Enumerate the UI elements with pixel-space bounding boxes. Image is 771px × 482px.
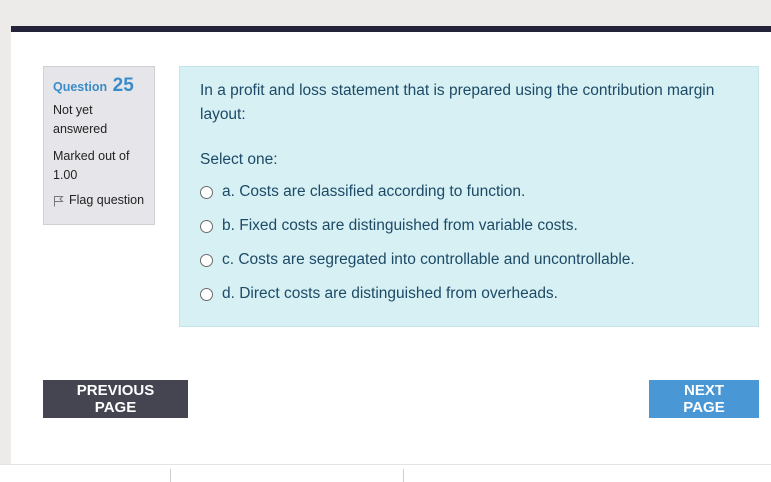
radio-button-d[interactable] bbox=[200, 287, 213, 301]
question-panel: In a profit and loss statement that is p… bbox=[179, 66, 759, 327]
answer-option-b[interactable]: b. Fixed costs are distinguished from va… bbox=[200, 209, 744, 243]
answer-option-label[interactable]: b. Fixed costs are distinguished from va… bbox=[222, 217, 578, 235]
answer-option-label[interactable]: d. Direct costs are distinguished from o… bbox=[222, 285, 558, 303]
next-page-button[interactable]: NEXT PAGE bbox=[649, 380, 759, 418]
question-label: Question bbox=[53, 80, 108, 94]
radio-button-a[interactable] bbox=[200, 185, 213, 199]
question-text: In a profit and loss statement that is p… bbox=[200, 82, 715, 123]
flag-question-button[interactable]: Flag question bbox=[53, 191, 146, 210]
footer-divider bbox=[403, 469, 404, 482]
answer-option-c[interactable]: c. Costs are segregated into controllabl… bbox=[200, 243, 744, 277]
select-one-label: Select one: bbox=[200, 151, 278, 168]
answer-option-a[interactable]: a. Costs are classified according to fun… bbox=[200, 175, 744, 209]
question-info-panel: Question 25 Not yet answered Marked out … bbox=[43, 66, 155, 225]
flag-icon bbox=[54, 195, 64, 206]
answer-option-label[interactable]: a. Costs are classified according to fun… bbox=[222, 183, 525, 201]
flag-question-label: Flag question bbox=[69, 193, 145, 207]
footer-strip bbox=[0, 464, 771, 482]
answer-state: Not yet answered bbox=[53, 103, 108, 136]
radio-button-b[interactable] bbox=[200, 219, 213, 233]
footer-divider bbox=[170, 469, 171, 482]
previous-page-button[interactable]: PREVIOUS PAGE bbox=[43, 380, 188, 418]
marked-out-of: Marked out of 1.00 bbox=[53, 149, 130, 182]
answer-option-d[interactable]: d. Direct costs are distinguished from o… bbox=[200, 277, 744, 311]
radio-button-c[interactable] bbox=[200, 253, 213, 267]
answer-option-label[interactable]: c. Costs are segregated into controllabl… bbox=[222, 251, 635, 269]
question-number: 25 bbox=[112, 75, 134, 96]
question-heading: Question 25 bbox=[53, 76, 146, 97]
